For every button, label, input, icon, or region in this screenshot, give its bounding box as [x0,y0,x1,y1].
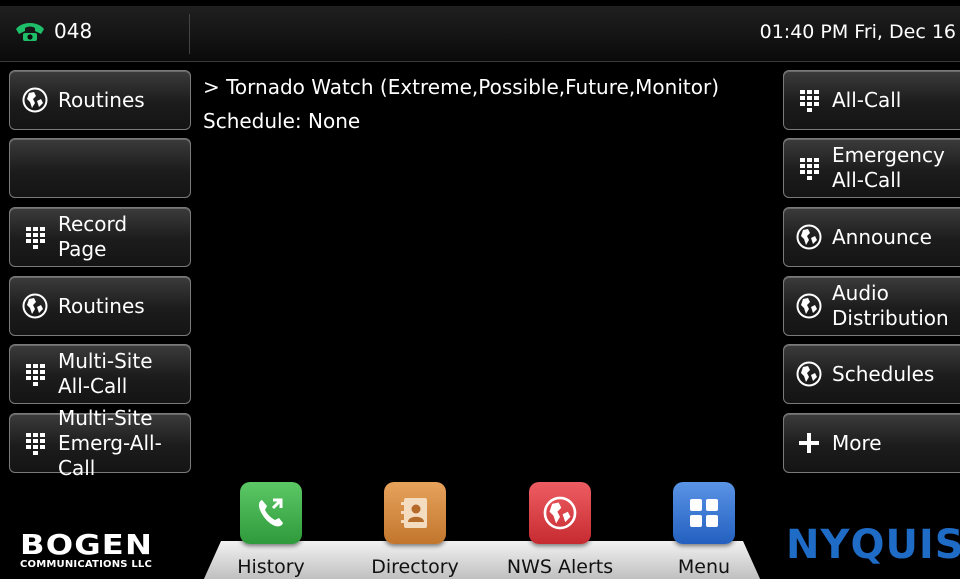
extension-number: 048 [54,19,93,43]
left-button-multisite-all-call[interactable]: Multi-Site All-Call [9,344,191,404]
dock-nws-alerts[interactable]: NWS Alerts [507,482,613,579]
button-label: Multi-Site All-Call [58,349,153,398]
keypad-icon [22,224,48,250]
left-button-empty[interactable] [9,138,191,198]
button-label: Audio Distribution [832,281,949,330]
topbar-divider [189,14,190,54]
alert-status-line: > Tornado Watch (Extreme,Possible,Future… [203,75,720,99]
globe-icon [796,293,822,319]
right-button-audio-distribution[interactable]: Audio Distribution [783,276,960,336]
dock-label: Menu [677,556,731,578]
top-status-bar: 048 01:40 PM Fri, Dec 16 [0,6,960,62]
button-label: Schedules [832,361,935,386]
keypad-icon [796,87,822,113]
dock-label: History [237,556,305,578]
keypad-icon [22,361,48,387]
left-button-record-page[interactable]: Record Page [9,207,191,267]
button-label: Routines [58,87,145,112]
bogen-logo: BOGEN COMMUNICATIONS LLC [20,531,200,571]
right-button-all-call[interactable]: All-Call [783,70,960,130]
left-button-multisite-emerg-all-call[interactable]: Multi-Site Emerg-All-Call [9,406,191,480]
extension-indicator: 048 [14,19,92,43]
button-label: More [832,430,882,455]
dock-label: Directory [371,556,459,578]
globe-icon [22,87,48,113]
button-label: Record Page [58,212,128,261]
dock-history[interactable]: History [237,482,305,579]
button-label: Routines [58,293,145,318]
button-label: All-Call [832,87,902,112]
call-history-icon [240,482,302,544]
keypad-icon [796,155,822,181]
globe-icon [796,224,822,250]
right-button-announce[interactable]: Announce [783,207,960,267]
dock-label: NWS Alerts [506,556,614,578]
globe-icon [796,361,822,387]
grid-menu-icon [673,482,735,544]
date-time: 01:40 PM Fri, Dec 16 [759,21,956,43]
phone-screen: 048 01:40 PM Fri, Dec 16 Routines Record… [0,0,960,579]
globe-alert-icon [529,482,591,544]
bogen-logo-word: BOGEN [20,528,154,561]
left-button-routines-2[interactable]: Routines [9,276,191,336]
left-button-routines-1[interactable]: Routines [9,70,191,130]
right-button-schedules[interactable]: Schedules [783,344,960,404]
address-book-icon [384,482,446,544]
schedule-status-line: Schedule: None [203,109,361,133]
globe-icon [22,293,48,319]
keypad-icon [22,430,48,456]
phone-icon [16,23,44,41]
alert-status: > Tornado Watch (Extreme,Possible,Future… [203,70,719,138]
plus-icon [796,430,822,456]
nyquist-logo: NYQUIST [786,522,960,568]
right-button-more[interactable]: More [783,413,960,473]
dock-menu[interactable]: Menu [671,482,737,579]
right-button-emergency-all-call[interactable]: Emergency All-Call [783,138,960,198]
button-label: Announce [832,224,932,249]
button-label: Multi-Site Emerg-All-Call [58,405,162,480]
button-label: Emergency All-Call [832,143,945,192]
dock-directory[interactable]: Directory [371,482,459,579]
